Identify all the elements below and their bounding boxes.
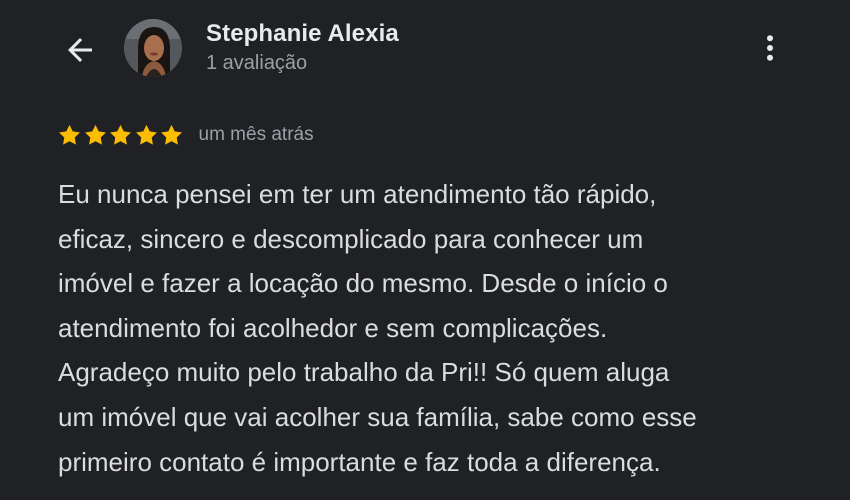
avatar[interactable] <box>124 19 182 77</box>
star-icon <box>84 124 106 145</box>
review-header: Stephanie Alexia 1 avaliação <box>0 0 850 100</box>
more-vertical-icon <box>767 35 773 61</box>
review-text-line: eficaz, sincero e descomplicado para con… <box>58 223 644 254</box>
review-text-line: Eu nunca pensei em ter um atendimento tã… <box>58 179 657 209</box>
star-icon <box>110 124 131 145</box>
reviewer-name[interactable]: Stephanie Alexia <box>206 20 399 48</box>
reviewer-review-count: 1 avaliação <box>206 52 308 74</box>
profile-photo <box>124 19 182 77</box>
star-icon <box>135 124 157 145</box>
more-options-button[interactable] <box>748 26 792 70</box>
review-text: Eu nunca pensei em ter um atendimento tã… <box>58 172 818 484</box>
review-text-line: atendimento foi acolhedor e sem complica… <box>58 312 608 343</box>
review-text-line: um imóvel que vai acolher sua família, s… <box>58 401 697 432</box>
review-time: um mês atrás <box>198 124 314 145</box>
star-rating <box>57 123 185 148</box>
back-button[interactable] <box>58 28 102 72</box>
star-icon <box>161 124 182 145</box>
review-text-line: imóvel e fazer a locação do mesmo. Desde… <box>58 268 668 299</box>
star-icon <box>59 124 80 145</box>
rating-row: um mês atrás <box>57 120 314 150</box>
arrow-left-icon <box>68 38 92 62</box>
review-text-line: primeiro contato é importante e faz toda… <box>58 446 661 477</box>
review-text-line: Agradeço muito pelo trabalho da Pri!! Só… <box>58 357 670 388</box>
